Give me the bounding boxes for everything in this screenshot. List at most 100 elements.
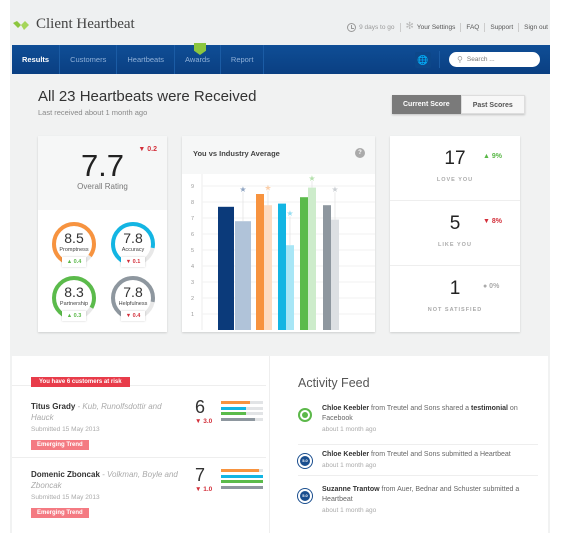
feed-item[interactable]: 5.0 Chloe Keebler from Treutel and Sons … <box>298 450 538 469</box>
faq-link[interactable]: FAQ <box>466 24 479 31</box>
gauge-value: 7.8 <box>123 284 143 300</box>
industry-top-star: ★ <box>331 185 338 194</box>
divider <box>460 22 462 32</box>
customer-score-bar <box>221 412 263 415</box>
trend-badge: Emerging Trend <box>31 440 89 450</box>
y-tick-label: 4 <box>191 264 194 270</box>
gauge-delta: ▼ 0.1 <box>121 257 145 267</box>
customer-score-bar-fill <box>221 480 263 483</box>
gauge-accuracy[interactable]: 7.8 Accuracy ▼ 0.1 <box>109 220 157 268</box>
gauge-helpfulness[interactable]: 7.8 Helpfulness ▼ 0.4 <box>109 274 157 322</box>
gauge-value: 8.3 <box>64 284 84 300</box>
page: Client Heartbeat 9 days to go ✻ Your Set… <box>10 0 550 533</box>
customer-row[interactable]: Titus Grady - Kub, Runolfsdottir and Hau… <box>31 397 266 451</box>
feed-time: about 1 month ago <box>322 426 377 433</box>
heartbeat-score-icon: 5.0 <box>298 489 312 503</box>
customer-score-bar-fill <box>221 474 263 478</box>
nav-report[interactable]: Report <box>221 45 265 74</box>
feed-person[interactable]: Chloe Keebler <box>322 451 369 458</box>
customer-score-bars <box>221 469 263 491</box>
gauge-label: Helpfulness <box>118 301 148 307</box>
gauge-delta: ▼ 0.4 <box>121 311 145 321</box>
customer-name[interactable]: Titus Grady <box>31 402 75 411</box>
customer-name-line: Domenic Zboncak - Volkman, Boyle and Zbo… <box>31 469 181 491</box>
gauge-delta: ▲ 0.3 <box>62 311 86 321</box>
count-label: LOVE YOU <box>436 177 474 183</box>
overall-label: Overall Rating <box>77 182 128 191</box>
count-like-you[interactable]: 5 ▼ 8% LIKE YOU <box>390 201 520 266</box>
overall-value: 7.7 <box>80 148 125 183</box>
y-tick-label: 1 <box>191 312 194 318</box>
chart-title: You vs Industry Average <box>193 149 280 158</box>
customer-submitted: Submitted 15 May 2013 <box>31 494 100 501</box>
count-not-satisfied[interactable]: 1 ● 0% NOT SATISFIED <box>390 266 520 331</box>
bar-you-accuracy <box>278 203 286 330</box>
gauge-promptness[interactable]: 8.5 Promptness ▲ 0.4 <box>50 220 98 268</box>
search-box[interactable]: ⚲ <box>449 52 540 67</box>
overall-delta: ▼ 0.2 <box>138 146 157 153</box>
customer-score-bar-fill <box>221 485 263 489</box>
customer-score-bar <box>221 474 263 478</box>
count-love-you[interactable]: 17 ▲ 9% LOVE YOU <box>390 136 520 201</box>
help-icon[interactable]: ? <box>355 148 365 158</box>
page-title: All 23 Heartbeats were Received <box>38 88 257 105</box>
divider <box>298 444 538 445</box>
industry-chart-card: You vs Industry Average ? 1 2 3 4 5 6 7 8 9 ★ ★ ★ ★ ★ <box>182 136 375 332</box>
nav-customers[interactable]: Customers <box>60 45 118 74</box>
count-delta: ▲ 9% <box>483 153 502 160</box>
current-score-button[interactable]: Current Score <box>392 95 461 114</box>
divider <box>399 22 401 32</box>
customer-score-bars <box>221 401 263 423</box>
customer-score-bar <box>221 485 263 489</box>
gauge-label: Partnership <box>59 301 89 307</box>
support-link[interactable]: Support <box>490 24 513 31</box>
count-label: LIKE YOU <box>438 242 472 248</box>
globe-icon[interactable]: 🌐 <box>415 52 431 68</box>
feed-text: Chloe Keebler from Treutel and Sons shar… <box>322 404 538 424</box>
industry-top-star: ★ <box>308 174 315 183</box>
bar-industry-overall <box>235 221 251 330</box>
logo[interactable]: Client Heartbeat <box>12 16 135 33</box>
top-links: 9 days to go ✻ Your Settings FAQ Support… <box>347 22 548 32</box>
gauge-label: Accuracy <box>121 247 145 253</box>
lower-panel: You have 6 customers at risk Titus Grady… <box>12 356 548 533</box>
feed-text-bold: testimonial <box>471 405 508 412</box>
risk-badge[interactable]: You have 6 customers at risk <box>31 377 130 387</box>
gauge-partnership[interactable]: 8.3 Partnership ▲ 0.3 <box>50 274 98 322</box>
divider <box>518 22 520 32</box>
customer-score-bar-fill <box>221 401 251 404</box>
feed-text: Suzanne Trantow from Auer, Bednar and Sc… <box>322 485 538 505</box>
feed-person[interactable]: Suzanne Trantow <box>322 486 380 493</box>
customer-name[interactable]: Domenic Zboncak <box>31 470 100 479</box>
customer-row[interactable]: Domenic Zboncak - Volkman, Boyle and Zbo… <box>31 465 266 519</box>
customer-delta: ▼ 1.0 <box>195 486 213 493</box>
nav-heartbeats[interactable]: Heartbeats <box>117 45 176 74</box>
y-tick-label: 7 <box>191 216 194 222</box>
y-tick-label: 5 <box>191 248 194 254</box>
app-title: Client Heartbeat <box>36 16 135 32</box>
trend-badge: Emerging Trend <box>31 508 89 518</box>
heartbeat-logo-icon <box>13 20 29 30</box>
divider <box>269 356 270 533</box>
search-input[interactable] <box>466 56 527 63</box>
feed-item[interactable]: Chloe Keebler from Treutel and Sons shar… <box>298 404 538 433</box>
customer-score-bar-fill <box>221 412 247 415</box>
bar-chart: 1 2 3 4 5 6 7 8 9 ★ ★ ★ ★ ★ <box>191 174 375 330</box>
settings-link[interactable]: Your Settings <box>417 24 455 31</box>
customer-score-bar <box>221 401 263 404</box>
bar-you-overall <box>218 206 234 330</box>
customer-submitted: Submitted 15 May 2013 <box>31 426 100 433</box>
customer-score-bar <box>221 417 263 421</box>
past-scores-button[interactable]: Past Scores <box>460 95 525 114</box>
gear-icon: ✻ <box>405 21 414 32</box>
feed-person[interactable]: Chloe Keebler <box>322 405 369 412</box>
customer-score-bar <box>221 406 263 410</box>
signout-link[interactable]: Sign out <box>524 24 548 31</box>
feed-text-part: from Treutel and Sons submitted a Heartb… <box>369 451 511 458</box>
feed-item[interactable]: 5.0 Suzanne Trantow from Auer, Bednar an… <box>298 485 538 514</box>
industry-top-star: ★ <box>239 185 246 194</box>
chat-bubble-icon <box>298 408 312 422</box>
gauge-label: Promptness <box>59 247 89 253</box>
nav-results[interactable]: Results <box>12 45 61 74</box>
customer-score: 6 <box>195 397 206 417</box>
